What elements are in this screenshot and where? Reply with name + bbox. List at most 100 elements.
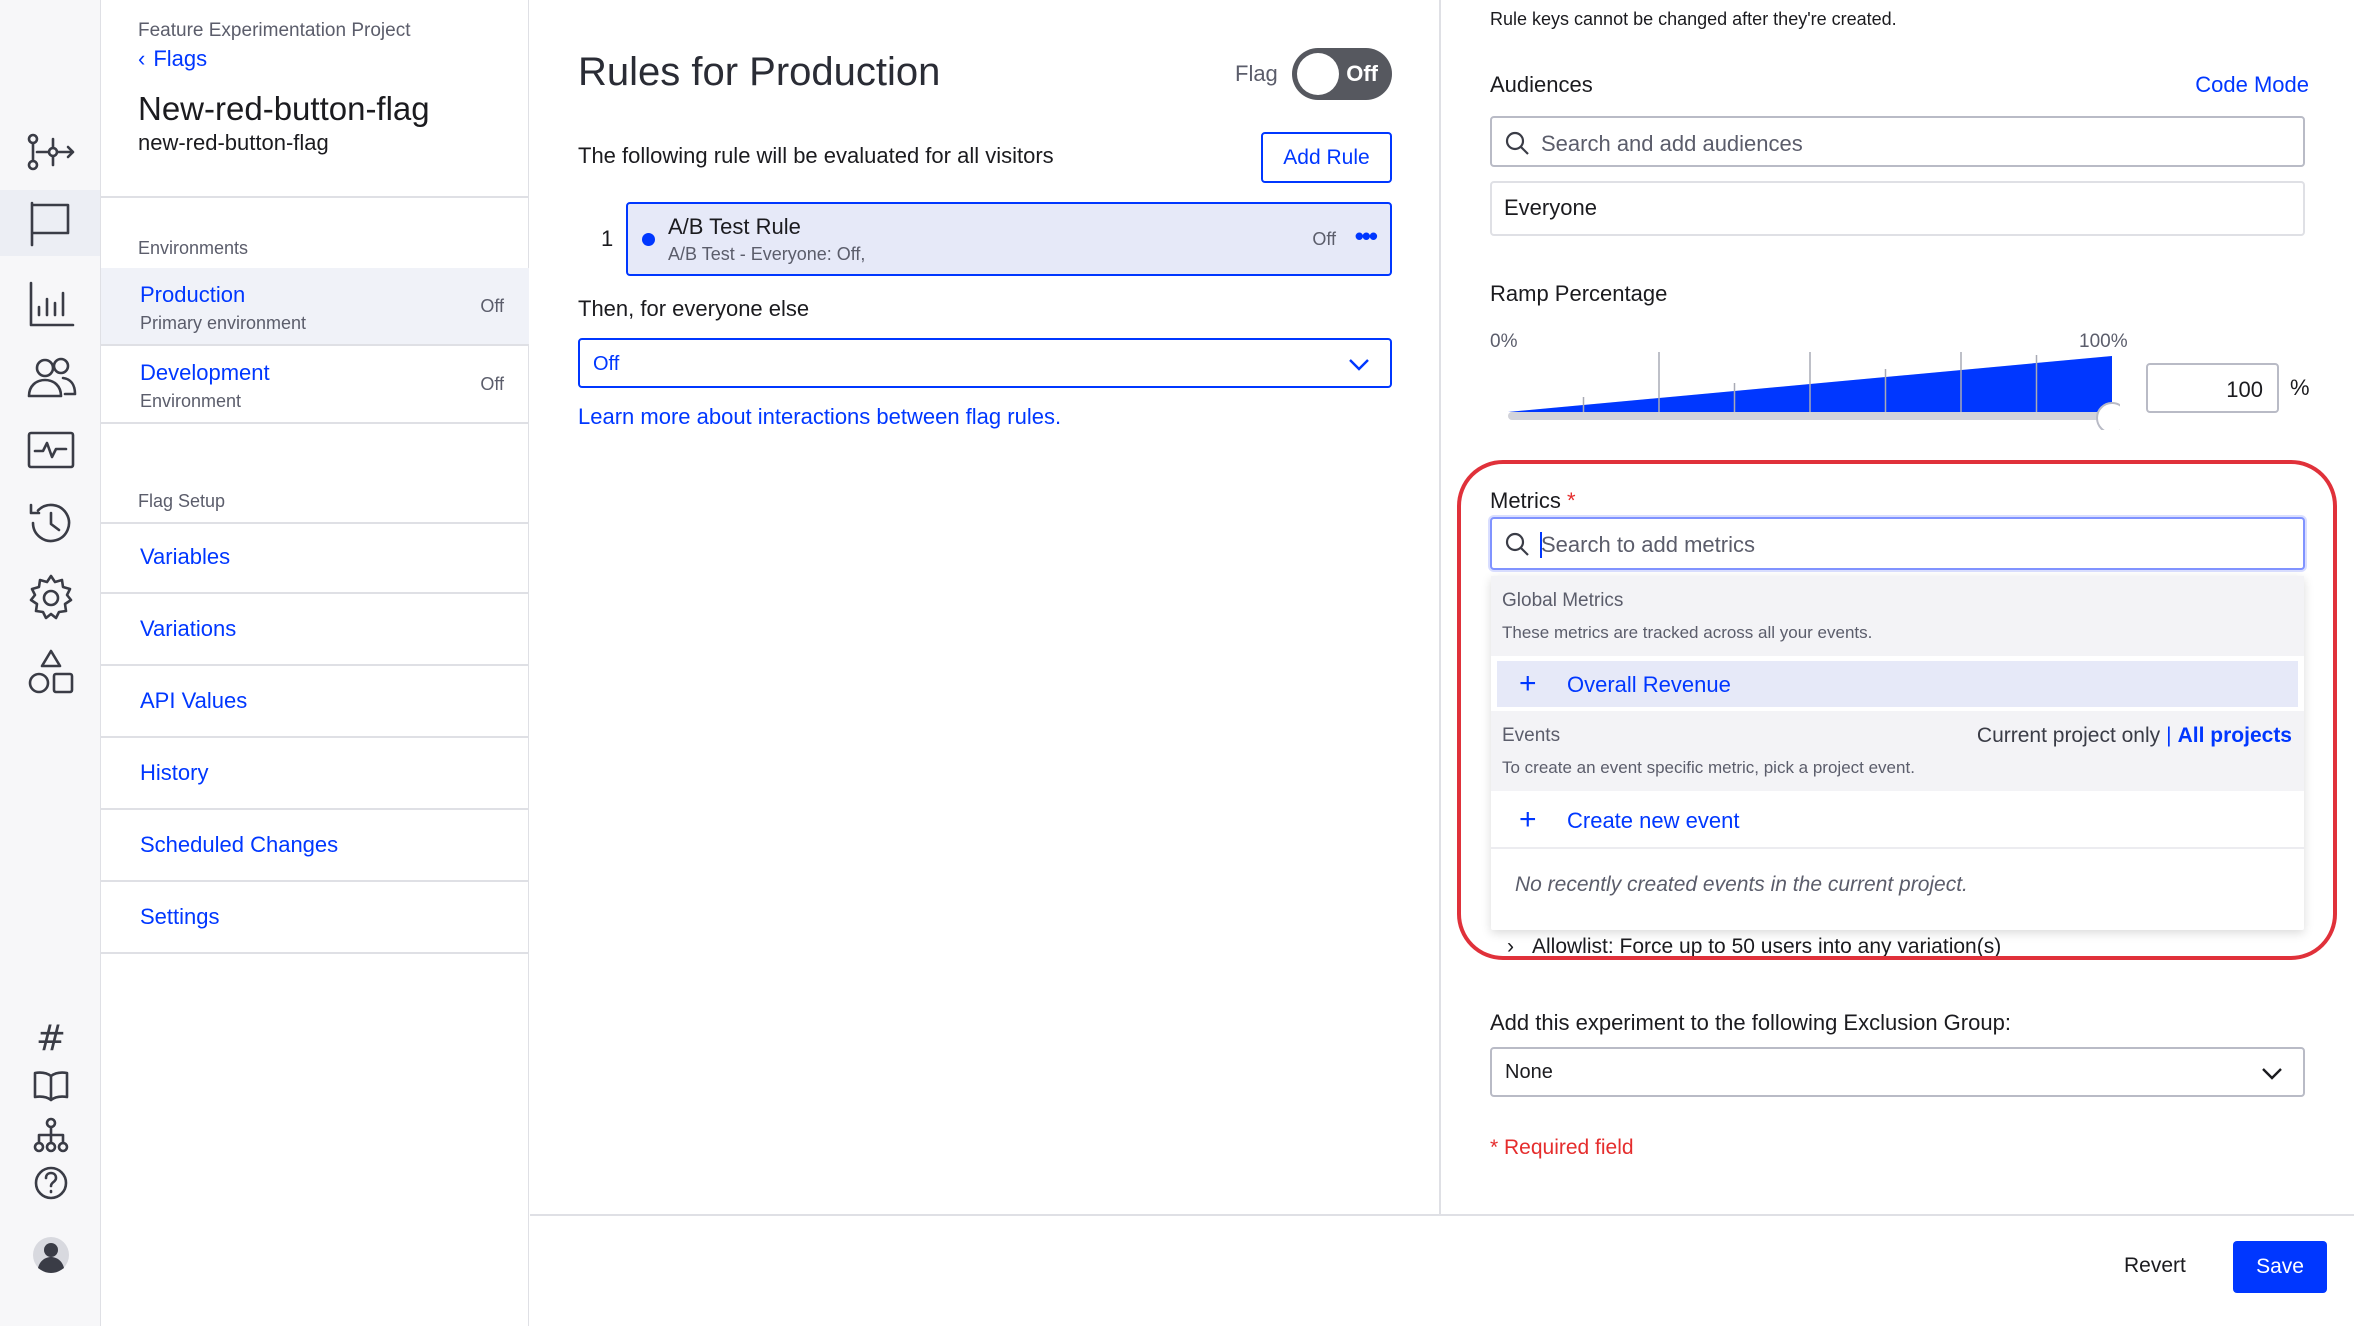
audience-search-input[interactable]: Search and add audiences: [1490, 116, 2305, 167]
setup-history[interactable]: History: [101, 738, 529, 810]
setup-item-label: History: [140, 760, 209, 785]
rule-number: 1: [601, 226, 614, 251]
ramp-handle[interactable]: [2096, 402, 2120, 430]
ramp-base: [1508, 412, 2114, 420]
setup-variables[interactable]: Variables: [101, 522, 529, 594]
rule-status-dot: [642, 233, 655, 246]
exclusion-group-value: None: [1505, 1061, 1553, 1083]
allowlist-expander[interactable]: › Allowlist: Force up to 50 users into an…: [1507, 935, 2001, 959]
empty-events-message: No recently created events in the curren…: [1515, 873, 1968, 896]
toggle-knob: [1297, 53, 1339, 95]
everyone-else-label: Then, for everyone else: [578, 296, 810, 321]
metrics-label: Metrics *: [1490, 488, 1576, 514]
chevron-left-icon: ‹: [138, 46, 146, 71]
setup-scheduled-changes[interactable]: Scheduled Changes: [101, 810, 529, 882]
setup-variations[interactable]: Variations: [101, 594, 529, 666]
audience-search-placeholder: Search and add audiences: [1541, 131, 1803, 156]
audiences-icon[interactable]: [18, 345, 84, 411]
avatar[interactable]: [18, 1222, 84, 1288]
more-options-icon[interactable]: •••: [1355, 221, 1378, 252]
setup-api-values[interactable]: API Values: [101, 666, 529, 738]
required-field-note: * Required field: [1490, 1136, 1634, 1159]
create-new-event-option[interactable]: + Create new event: [1497, 797, 2298, 843]
global-metrics-header: Global Metrics These metrics are tracked…: [1491, 576, 2304, 656]
history-icon[interactable]: [18, 490, 84, 556]
plus-icon: +: [1519, 667, 1537, 700]
global-metrics-description: These metrics are tracked across all you…: [1502, 623, 1873, 642]
event-scope-selector: Current project only | All projects: [1977, 724, 2292, 748]
fallback-variation-select[interactable]: Off: [578, 338, 1392, 388]
metrics-label-text: Metrics: [1490, 488, 1561, 513]
ramp-percentage-input[interactable]: 100: [2146, 363, 2279, 413]
rule-details-panel: Rule keys cannot be changed after they'r…: [1439, 0, 2354, 1214]
scope-all-projects[interactable]: All projects: [2178, 724, 2292, 747]
scope-separator: |: [2166, 724, 2172, 747]
help-icon[interactable]: [18, 1150, 84, 1216]
flag-nav: Feature Experimentation Project ‹ Flags …: [101, 0, 529, 1326]
reports-icon[interactable]: [18, 270, 84, 336]
metric-option-label: Overall Revenue: [1567, 672, 1731, 697]
audience-value: Everyone: [1504, 195, 1597, 220]
revert-button[interactable]: Revert: [2124, 1254, 2186, 1278]
rule-summary: A/B Test - Everyone: Off,: [668, 244, 866, 264]
setup-item-label: Scheduled Changes: [140, 832, 339, 857]
scope-current-project[interactable]: Current project only: [1977, 724, 2160, 747]
setup-item-label: API Values: [140, 688, 248, 713]
back-to-flags-link[interactable]: ‹ Flags: [138, 46, 207, 72]
rules-column: Rules for Production Flag Off The follow…: [530, 0, 1440, 1214]
ramp-slider[interactable]: [1508, 350, 2120, 430]
flag-setup-label: Flag Setup: [138, 491, 226, 511]
shapes-icon[interactable]: [18, 640, 84, 706]
create-event-label: Create new event: [1567, 808, 1740, 833]
save-button[interactable]: Save: [2233, 1241, 2327, 1293]
exclusion-group-label: Add this experiment to the following Exc…: [1490, 1010, 2011, 1035]
global-metrics-heading: Global Metrics: [1502, 590, 1624, 611]
setup-item-label: Variables: [140, 544, 231, 569]
page-title: Rules for Production: [578, 50, 941, 94]
plus-icon: +: [1519, 803, 1537, 836]
flag-toggle[interactable]: Off: [1292, 48, 1392, 100]
search-icon: [1505, 532, 1529, 556]
flag-icon[interactable]: [0, 190, 100, 256]
code-mode-link[interactable]: Code Mode: [2195, 72, 2309, 98]
env-development[interactable]: Development Environment Off: [101, 346, 529, 424]
toggle-state: Off: [1346, 61, 1378, 86]
selected-audience[interactable]: Everyone: [1490, 181, 2305, 236]
env-production[interactable]: Production Primary environment Off: [101, 268, 529, 346]
env-name: Development: [140, 360, 270, 385]
icon-rail: #: [0, 0, 101, 1326]
chevron-right-icon: ›: [1507, 935, 1514, 958]
rule-key-note: Rule keys cannot be changed after they'r…: [1490, 9, 1897, 29]
setup-settings[interactable]: Settings: [101, 882, 529, 954]
rules-intro: The following rule will be evaluated for…: [578, 143, 1054, 168]
divider: [1491, 847, 2304, 849]
flow-icon[interactable]: [18, 120, 84, 186]
search-icon: [1505, 131, 1529, 155]
metrics-search-input[interactable]: Search to add metrics: [1490, 517, 2305, 570]
environments-label: Environments: [138, 238, 249, 258]
ramp-value: 100: [2226, 377, 2263, 402]
add-rule-button[interactable]: Add Rule: [1261, 132, 1392, 183]
flag-toggle-label: Flag: [1235, 61, 1278, 86]
allowlist-label: Allowlist: Force up to 50 users into any…: [1532, 935, 2002, 958]
setup-item-label: Settings: [140, 904, 220, 929]
setup-item-label: Variations: [140, 616, 237, 641]
events-header: Events To create an event specific metri…: [1491, 711, 2304, 791]
footer-bar: Revert Save: [530, 1214, 2354, 1326]
chevron-down-icon: [2262, 1068, 2282, 1080]
learn-more-link[interactable]: Learn more about interactions between fl…: [578, 404, 1061, 430]
audiences-label: Audiences: [1490, 72, 1593, 97]
flag-key: new-red-button-flag: [138, 130, 329, 155]
env-description: Primary environment: [140, 313, 307, 333]
metrics-search-placeholder: Search to add metrics: [1541, 532, 1755, 557]
project-name: Feature Experimentation Project: [138, 20, 411, 41]
monitor-icon[interactable]: [18, 418, 84, 484]
ramp-unit: %: [2290, 375, 2310, 400]
text-caret: [1540, 532, 1542, 558]
metric-option-overall-revenue[interactable]: + Overall Revenue: [1497, 661, 2298, 707]
divider: [101, 196, 529, 198]
rule-card[interactable]: A/B Test Rule A/B Test - Everyone: Off, …: [626, 202, 1392, 276]
settings-gear-icon[interactable]: [18, 565, 84, 631]
exclusion-group-select[interactable]: None: [1490, 1047, 2305, 1097]
env-description: Environment: [140, 391, 242, 411]
